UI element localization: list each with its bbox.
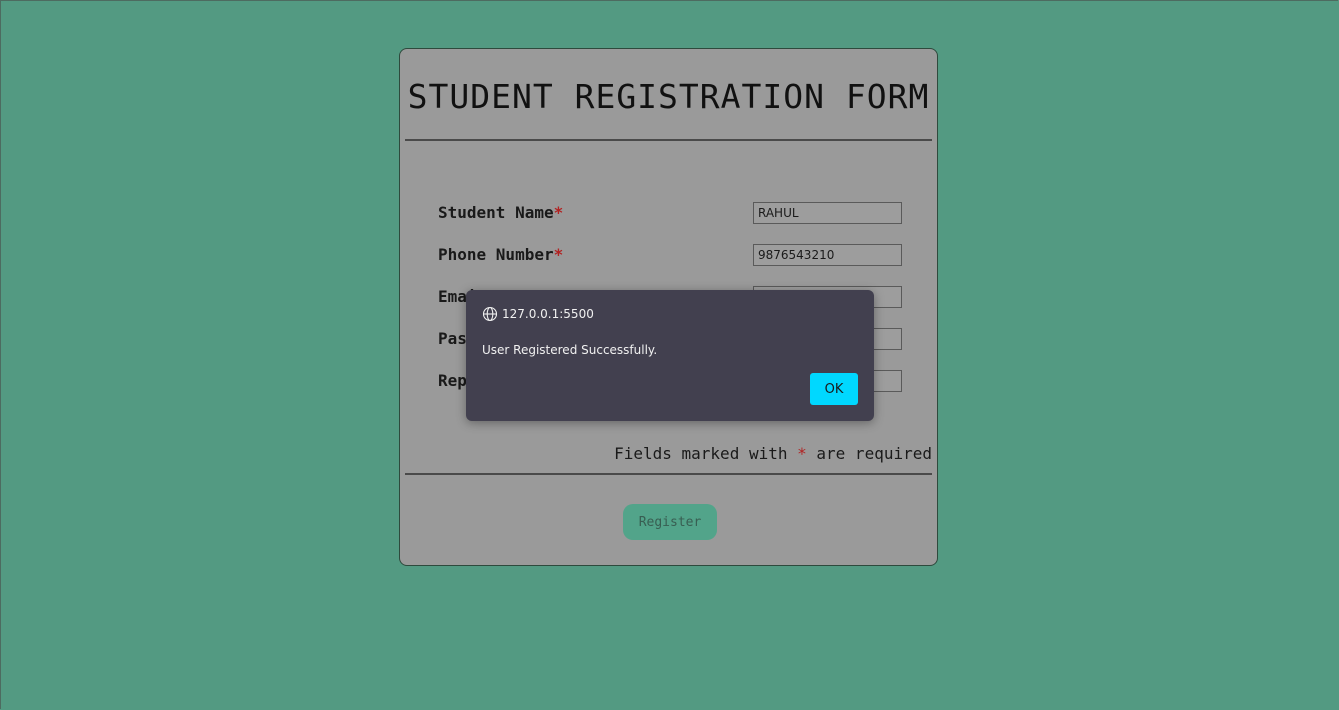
dialog-origin: 127.0.0.1:5500 [482,306,594,322]
phone-number-label-text: Phone Number [438,245,554,264]
phone-number-label: Phone Number* [438,244,563,266]
footer-divider [405,473,932,475]
required-marker: * [553,203,564,222]
student-name-input[interactable]: RAHUL [753,202,902,224]
alert-dialog: 127.0.0.1:5500 User Registered Successfu… [466,290,874,421]
required-note-marker: * [797,444,807,463]
field-row-student-name: Student Name* RAHUL [438,202,902,224]
title-divider [405,139,932,141]
student-name-label: Student Name* [438,202,563,224]
phone-number-input[interactable]: 9876543210 [753,244,902,266]
required-note-after: are required [806,444,932,463]
dialog-message: User Registered Successfully. [482,343,658,357]
required-note-before: Fields marked with [614,444,798,463]
student-name-label-text: Student Name [438,203,554,222]
required-marker: * [553,245,564,264]
field-row-phone-number: Phone Number* 9876543210 [438,244,902,266]
globe-icon [482,306,498,322]
register-button[interactable]: Register [623,504,717,540]
form-title: STUDENT REGISTRATION FORM [407,77,930,116]
ok-button[interactable]: OK [810,373,858,405]
dialog-origin-text: 127.0.0.1:5500 [502,307,594,321]
required-fields-note: Fields marked with * are required [614,444,932,463]
